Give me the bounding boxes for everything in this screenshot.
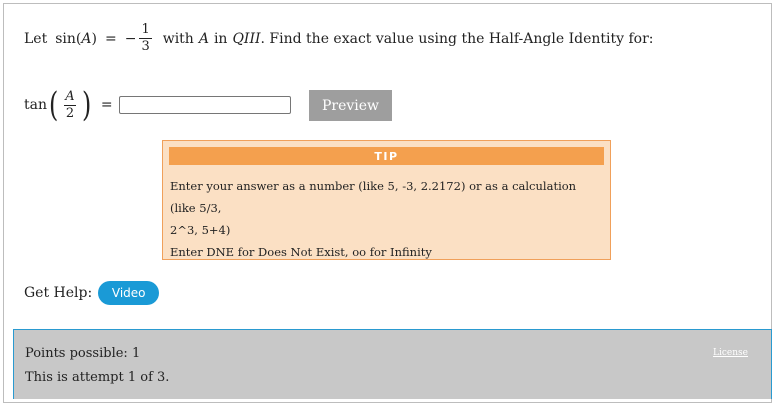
preview-button[interactable]: Preview	[309, 90, 392, 121]
question-prefix: Let	[24, 30, 48, 47]
question-footer: Points possible: 1 This is attempt 1 of …	[13, 329, 772, 399]
sin-function: sin	[55, 30, 76, 47]
fraction-one-third: 1 3	[139, 22, 152, 55]
points-possible: Points possible: 1	[25, 346, 141, 361]
fraction-numerator: 1	[141, 22, 150, 37]
with-text: with	[162, 30, 194, 47]
license-link[interactable]: License	[713, 348, 748, 358]
minus-sign: −	[124, 30, 137, 47]
fraction-denominator: 3	[139, 38, 152, 54]
answer-row: tan ( A 2 ) =	[24, 88, 291, 122]
variable-a-2: A	[198, 30, 209, 47]
tip-body: Enter your answer as a number (like 5, -…	[170, 175, 605, 263]
get-help-row: Get Help: Video	[24, 281, 160, 305]
half-angle-numerator: A	[65, 88, 75, 104]
answer-equals-sign: =	[100, 97, 113, 113]
equals-sign: =	[104, 30, 117, 47]
video-button[interactable]: Video	[98, 281, 160, 305]
question-text: Let sin (A) = − 1 3 with A in QIII . Fin…	[24, 22, 654, 55]
answer-input[interactable]	[118, 96, 291, 114]
tip-line-3: Enter DNE for Does Not Exist, oo for Inf…	[170, 245, 432, 259]
tip-line-1: Enter your answer as a number (like 5, -…	[170, 179, 577, 215]
tip-line-2: 2^3, 5+4)	[170, 223, 231, 237]
attempt-count: This is attempt 1 of 3.	[25, 370, 170, 385]
variable-a: A	[81, 30, 92, 47]
quadrant-label: QIII	[232, 30, 261, 47]
question-suffix: . Find the exact value using the Half-An…	[260, 30, 654, 47]
half-angle-denominator: 2	[63, 104, 77, 121]
fraction-a-over-2: A 2	[63, 88, 77, 122]
tip-header: TIP	[169, 147, 604, 165]
in-text: in	[213, 30, 228, 47]
tan-function: tan	[24, 97, 47, 113]
get-help-label: Get Help:	[24, 285, 93, 301]
tip-box: TIP Enter your answer as a number (like …	[162, 140, 611, 260]
